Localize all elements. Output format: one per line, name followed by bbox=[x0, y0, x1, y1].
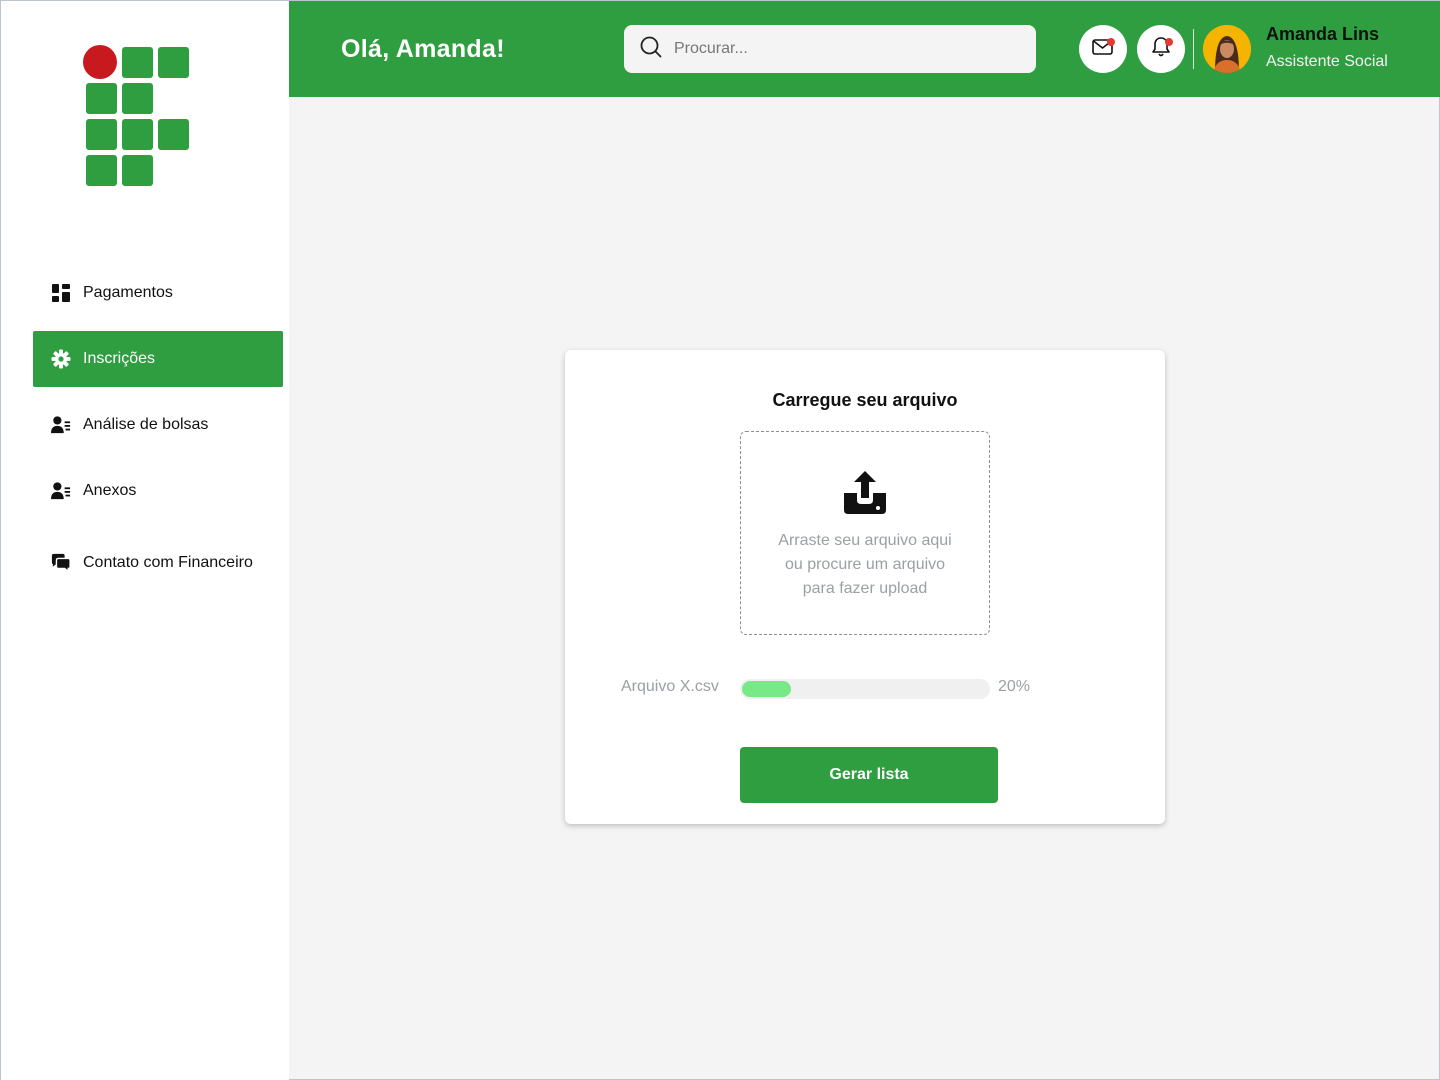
generate-list-button[interactable]: Gerar lista bbox=[740, 747, 998, 803]
sidebar-item-inscricoes[interactable]: Inscrições bbox=[33, 331, 283, 387]
top-header: Olá, Amanda! Amanda Lins Assistente Soci… bbox=[289, 1, 1440, 97]
sidebar-item-label: Anexos bbox=[83, 482, 137, 499]
sidebar-item-anexos[interactable]: Anexos bbox=[33, 463, 283, 519]
file-dropzone[interactable]: Arraste seu arquivo aqui ou procure um a… bbox=[740, 431, 990, 635]
uploaded-file-name: Arquivo X.csv bbox=[621, 678, 719, 695]
mail-notification-dot bbox=[1107, 38, 1115, 46]
upload-card: Carregue seu arquivo Arraste seu arquivo… bbox=[565, 350, 1165, 824]
sidebar-item-label: Contato com Financeiro bbox=[83, 554, 253, 571]
upload-progress-fill bbox=[742, 681, 791, 697]
user-list-icon bbox=[51, 481, 71, 501]
upload-progress-bar bbox=[740, 679, 990, 699]
greeting-title: Olá, Amanda! bbox=[341, 35, 505, 63]
notifications-button[interactable] bbox=[1137, 25, 1185, 73]
search-icon bbox=[640, 36, 662, 63]
mail-button[interactable] bbox=[1079, 25, 1127, 73]
sidebar-item-pagamentos[interactable]: Pagamentos bbox=[33, 265, 283, 321]
gear-icon bbox=[51, 349, 71, 369]
sidebar: Pagamentos Inscrições Análise de bolsas … bbox=[1, 1, 289, 1080]
chat-bubbles-icon bbox=[51, 553, 71, 573]
upload-icon bbox=[841, 469, 889, 522]
sidebar-item-contato-financeiro[interactable]: Contato com Financeiro bbox=[33, 535, 283, 591]
dropzone-text-line: para fazer upload bbox=[802, 580, 928, 597]
dropzone-text-line: ou procure um arquivo bbox=[784, 556, 946, 573]
upload-progress-percent: 20% bbox=[998, 678, 1031, 695]
sidebar-item-analise-de-bolsas[interactable]: Análise de bolsas bbox=[33, 397, 283, 453]
sidebar-item-label: Análise de bolsas bbox=[83, 416, 209, 433]
avatar[interactable] bbox=[1203, 25, 1251, 73]
user-role: Assistente Social bbox=[1266, 53, 1388, 70]
user-list-icon bbox=[51, 415, 71, 435]
header-divider bbox=[1193, 29, 1194, 69]
search-input[interactable] bbox=[674, 40, 1014, 58]
sidebar-item-label: Pagamentos bbox=[83, 284, 173, 301]
search-bar[interactable] bbox=[624, 25, 1036, 73]
bell-notification-dot bbox=[1165, 38, 1173, 46]
user-name: Amanda Lins bbox=[1266, 24, 1380, 44]
institution-logo bbox=[83, 45, 191, 187]
dropzone-text-line: Arraste seu arquivo aqui bbox=[778, 532, 952, 549]
sidebar-item-label: Inscrições bbox=[83, 350, 156, 367]
upload-title: Carregue seu arquivo bbox=[772, 390, 958, 410]
dashboard-grid-icon bbox=[51, 283, 71, 303]
